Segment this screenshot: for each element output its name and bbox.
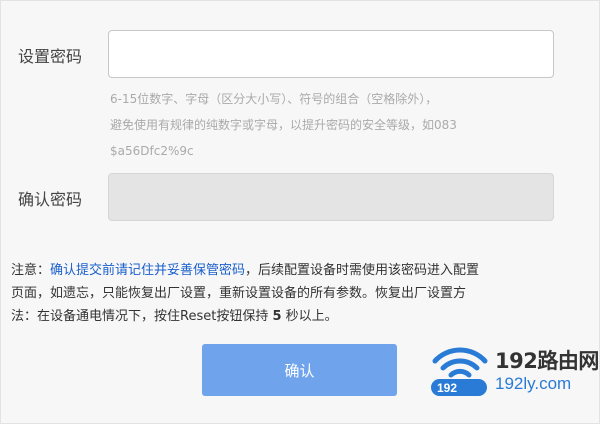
confirm-password-label: 确认密码 [18, 190, 83, 209]
watermark-url: 192ly.com [495, 374, 572, 393]
password-hint-line-1: 6-15位数字、字母（区分大小写）、符号的组合（空格除外）， [110, 92, 438, 106]
notice-prefix: 注意： [11, 263, 51, 278]
password-input[interactable] [108, 30, 554, 78]
confirm-password-input[interactable] [108, 173, 554, 221]
password-label: 设置密码 [18, 47, 83, 66]
password-hint-line-3: $a56Dfc2%9c [110, 144, 194, 158]
notice-line-3-b: 秒以上。 [281, 309, 338, 324]
notice-line-3: 法：在设备通电情况下，按住Reset按钮保持 5 秒以上。 [11, 305, 596, 328]
watermark: 192 192路由网 192ly.com [429, 339, 599, 409]
confirm-button[interactable]: 确认 [202, 344, 397, 396]
password-hint-line-2: 避免使用有规律的纯数字或字母，以提升密码的安全等级，如083 [110, 118, 457, 132]
notice-line-1: 注意：确认提交前请记住并妥善保管密码，后续配置设备时需使用该密码进入配置 [11, 259, 596, 282]
notice-line-1-rest: ，后续配置设备时需使用该密码进入配置 [245, 263, 480, 278]
notice-seconds: 5 [272, 309, 282, 324]
notice-line-3-a: 法：在设备通电情况下，按住Reset按钮保持 [11, 309, 273, 324]
watermark-badge: 192 [431, 379, 487, 396]
password-setup-panel: 设置密码 6-15位数字、字母（区分大小写）、符号的组合（空格除外）， 避免使用… [0, 0, 600, 424]
notice-link: 确认提交前请记住并妥善保管密码 [50, 263, 246, 278]
watermark-title: 192路由网 [495, 349, 599, 373]
notice-line-2: 页面，如遗忘，只能恢复出厂设置，重新设置设备的所有参数。恢复出厂设置方 [11, 286, 467, 301]
wifi-icon [432, 347, 488, 378]
